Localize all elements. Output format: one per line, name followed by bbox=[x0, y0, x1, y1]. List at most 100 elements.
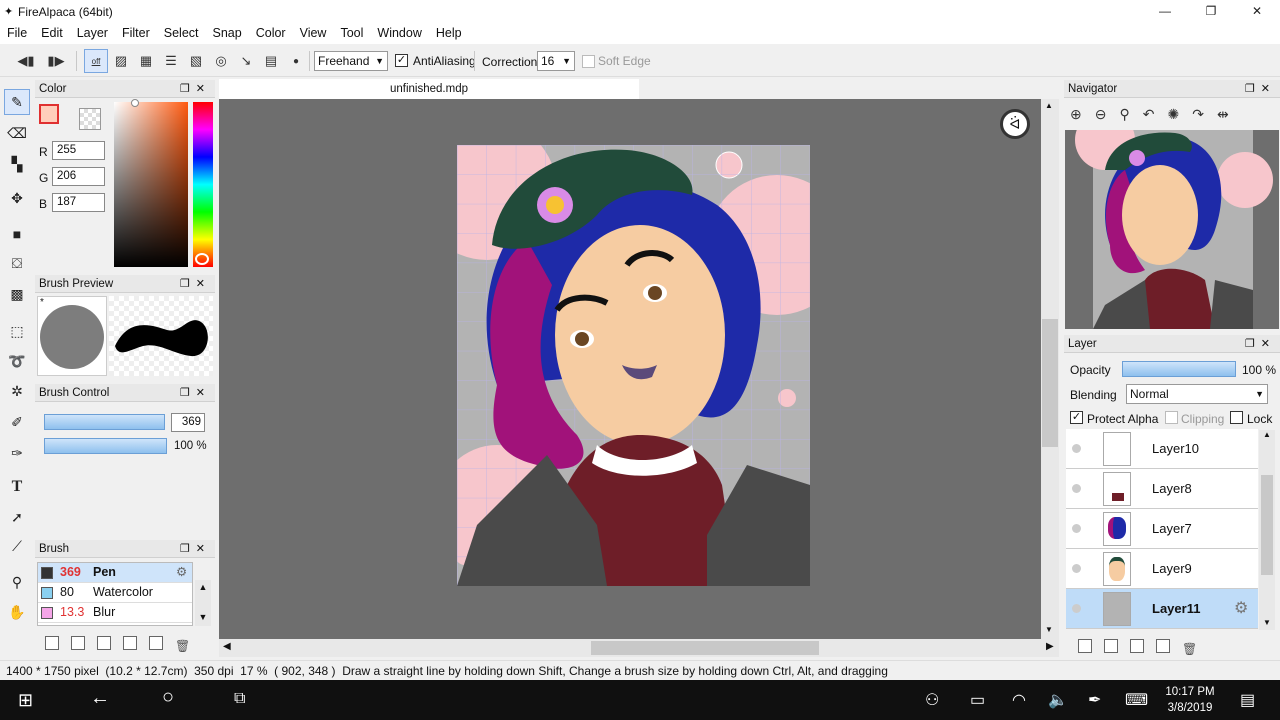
maximize-button[interactable]: ❐ bbox=[1188, 0, 1234, 24]
keyboard-icon[interactable]: ⌨ bbox=[1125, 690, 1148, 710]
eraser-tool-icon[interactable]: ⌫ bbox=[4, 120, 30, 146]
menu-window[interactable]: Window bbox=[370, 24, 428, 43]
menu-file[interactable]: File bbox=[0, 24, 34, 43]
saturation-value-picker[interactable] bbox=[114, 102, 188, 267]
import-brush-icon[interactable] bbox=[97, 636, 111, 650]
snap-perspective-icon[interactable]: ▤ bbox=[259, 49, 283, 73]
pen-tool-icon[interactable]: ✎ bbox=[4, 89, 30, 115]
panel-buttons[interactable]: ❐✕ bbox=[180, 80, 211, 98]
bucket-tool-icon[interactable]: ⛋ bbox=[4, 250, 30, 276]
back-arrow-icon[interactable]: ← bbox=[90, 687, 110, 710]
trash-icon[interactable]: 🗑 bbox=[175, 639, 190, 653]
menu-select[interactable]: Select bbox=[157, 24, 206, 43]
alpaca-mascot-icon[interactable]: ᐛ bbox=[1000, 109, 1030, 139]
snap-horizontal-icon[interactable]: ☰ bbox=[159, 49, 183, 73]
redo-icon[interactable]: ▮▶ bbox=[44, 49, 68, 73]
visibility-icon[interactable] bbox=[1072, 604, 1081, 613]
move-tool-icon[interactable]: ✥ bbox=[4, 185, 30, 211]
stroke-mode-select[interactable]: Freehand ▼ bbox=[314, 51, 388, 71]
panel-buttons[interactable]: ❐✕ bbox=[180, 275, 211, 293]
scroll-left-icon[interactable]: ◀ bbox=[223, 641, 231, 652]
wifi-icon[interactable]: ◠ bbox=[1012, 690, 1026, 710]
transparent-color-swatch[interactable] bbox=[79, 108, 101, 130]
volume-icon[interactable]: 🔈 bbox=[1048, 690, 1068, 710]
layer-row[interactable]: Layer8 bbox=[1066, 469, 1258, 509]
hue-handle[interactable] bbox=[195, 253, 209, 265]
panel-buttons[interactable]: ❐✕ bbox=[180, 384, 211, 402]
scroll-right-icon[interactable]: ▶ bbox=[1046, 641, 1054, 652]
rotate-reset-icon[interactable]: ✺ bbox=[1167, 106, 1192, 122]
text-tool-icon[interactable]: T bbox=[4, 474, 30, 500]
clipping-checkbox[interactable] bbox=[1165, 410, 1178, 425]
gear-icon[interactable]: ⚙ bbox=[1234, 598, 1248, 618]
snap-off-button[interactable]: off bbox=[84, 49, 108, 73]
copy-brush-icon[interactable] bbox=[71, 636, 85, 650]
b-input[interactable]: 187 bbox=[52, 193, 105, 212]
panel-buttons[interactable]: ❐✕ bbox=[1245, 335, 1276, 353]
snap-diagonal-icon[interactable]: ▧ bbox=[184, 49, 208, 73]
brush-item-pen[interactable]: 369 Pen ⚙ bbox=[38, 563, 192, 583]
lock-checkbox[interactable] bbox=[1230, 410, 1243, 425]
windows-start-icon[interactable]: ⊞ bbox=[18, 690, 33, 711]
snap-curve-icon[interactable]: ↘ bbox=[234, 49, 258, 73]
visibility-icon[interactable] bbox=[1072, 484, 1081, 493]
menu-tool[interactable]: Tool bbox=[333, 24, 370, 43]
select-pen-tool-icon[interactable]: ✐ bbox=[4, 409, 30, 435]
brush-opacity-slider[interactable] bbox=[44, 438, 167, 454]
layer-list-scrollbar[interactable]: ▲ ▼ bbox=[1259, 430, 1275, 630]
add-brush-icon[interactable] bbox=[45, 636, 59, 650]
select-tool-icon[interactable]: ⬚ bbox=[4, 318, 30, 344]
layer-row[interactable]: Layer10 bbox=[1066, 429, 1258, 469]
panel-buttons[interactable]: ❐✕ bbox=[180, 540, 211, 558]
primary-color-swatch[interactable] bbox=[39, 104, 59, 124]
color-picker-handle[interactable] bbox=[131, 99, 139, 107]
visibility-icon[interactable] bbox=[1072, 444, 1081, 453]
scroll-up-icon[interactable]: ▲ bbox=[1045, 101, 1053, 110]
select-eraser-tool-icon[interactable]: ✑ bbox=[4, 440, 30, 466]
scroll-up-icon[interactable]: ▲ bbox=[1259, 430, 1275, 439]
brush-list-scrollbar[interactable]: ▲ ▼ bbox=[195, 580, 211, 626]
hand-tool-icon[interactable]: ✋ bbox=[4, 599, 30, 625]
document-tab[interactable]: unfinished.mdp bbox=[219, 79, 639, 99]
fill-shape-tool-icon[interactable]: ■ bbox=[4, 221, 30, 247]
snap-grid-icon[interactable]: ▦ bbox=[134, 49, 158, 73]
layer-row-selected[interactable]: Layer11 ⚙ bbox=[1066, 589, 1258, 629]
brush-size-slider[interactable] bbox=[44, 414, 165, 430]
cortana-icon[interactable]: ○ bbox=[162, 686, 174, 709]
brush-size-input[interactable]: 369 bbox=[171, 413, 205, 432]
close-button[interactable]: ✕ bbox=[1234, 0, 1280, 24]
divide-tool-icon[interactable]: ⟋ bbox=[4, 533, 30, 559]
antialiasing-checkbox[interactable]: ✓ bbox=[395, 53, 408, 68]
clock[interactable]: 10:17 PM 3/8/2019 bbox=[1160, 684, 1220, 716]
menu-snap[interactable]: Snap bbox=[206, 24, 249, 43]
magic-wand-tool-icon[interactable]: ✲ bbox=[4, 378, 30, 404]
correction-select[interactable]: 16 ▼ bbox=[537, 51, 575, 71]
merge-layer-icon[interactable] bbox=[1156, 639, 1170, 653]
scroll-down-icon[interactable]: ▼ bbox=[1045, 625, 1053, 634]
zoom-fit-icon[interactable]: ⚲ bbox=[1119, 106, 1142, 122]
menu-view[interactable]: View bbox=[293, 24, 334, 43]
rotate-left-icon[interactable]: ↶ bbox=[1143, 106, 1168, 122]
menu-help[interactable]: Help bbox=[429, 24, 469, 43]
undo-icon[interactable]: ◀▮ bbox=[14, 49, 38, 73]
horizontal-scrollbar[interactable]: ◀ ▶ bbox=[219, 639, 1059, 657]
vertical-scrollbar[interactable]: ▲ ▼ bbox=[1041, 99, 1059, 639]
eyedropper-tool-icon[interactable]: ⚲ bbox=[4, 569, 30, 595]
flip-icon[interactable]: ⇹ bbox=[1217, 106, 1242, 122]
duplicate-brush-icon[interactable] bbox=[149, 636, 163, 650]
rotate-right-icon[interactable]: ↷ bbox=[1192, 106, 1217, 122]
brush-folder-icon[interactable] bbox=[123, 636, 137, 650]
dot-tool-icon[interactable]: ▚ bbox=[4, 151, 30, 177]
canvas-area[interactable]: ᐛ bbox=[219, 99, 1041, 639]
gear-icon[interactable]: ⚙ bbox=[176, 563, 187, 582]
task-view-icon[interactable]: ⧉ bbox=[234, 690, 245, 708]
layer-row[interactable]: Layer7 bbox=[1066, 509, 1258, 549]
snap-point-icon[interactable]: ● bbox=[284, 49, 308, 73]
zoom-in-icon[interactable]: ⊕ bbox=[1070, 106, 1095, 122]
layer-folder-icon[interactable] bbox=[1104, 639, 1118, 653]
add-layer-icon[interactable] bbox=[1078, 639, 1092, 653]
duplicate-layer-icon[interactable] bbox=[1130, 639, 1144, 653]
hue-slider[interactable] bbox=[193, 102, 213, 267]
brush-item-blur[interactable]: 13.3 Blur bbox=[38, 603, 192, 623]
snap-parallel-icon[interactable]: ▨ bbox=[109, 49, 133, 73]
